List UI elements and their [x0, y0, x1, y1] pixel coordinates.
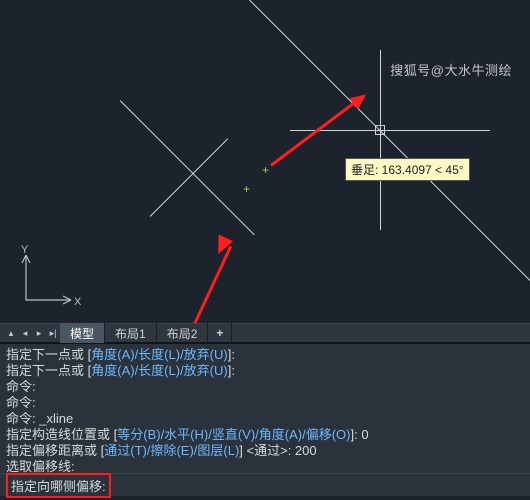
xline-offset: [120, 100, 255, 235]
watermark-text: 搜狐号@大水牛测绘: [390, 60, 512, 79]
command-line[interactable]: 指定向哪侧偏移:: [0, 473, 530, 496]
tab-nav-next-icon[interactable]: ▸: [32, 325, 46, 341]
tab-nav-last-icon[interactable]: ▸|: [46, 325, 60, 341]
tab-nav-prev-icon[interactable]: ◂: [18, 325, 32, 341]
ucs-icon: Y X: [16, 245, 86, 315]
perp-foot-tooltip: 垂足: 163.4097 < 45°: [345, 158, 470, 181]
pick-box: [375, 125, 385, 135]
svg-text:Y: Y: [21, 245, 29, 256]
tab-nav-first-icon[interactable]: ▴: [4, 325, 18, 341]
point-marker: +: [242, 185, 251, 194]
layout-tab-bar: ▴ ◂ ▸ ▸| 模型 布局1 布局2 +: [0, 323, 530, 343]
tab-layout2[interactable]: 布局2: [157, 323, 209, 343]
command-history: 指定下一点或 [角度(A)/长度(L)/放弃(U)]: 指定下一点或 [角度(A…: [0, 343, 530, 473]
svg-text:X: X: [74, 296, 82, 308]
point-marker: +: [261, 166, 270, 175]
model-space-canvas[interactable]: + + 垂足: 163.4097 < 45° Y X 搜狐号@大水牛测绘: [0, 0, 530, 323]
tab-model[interactable]: 模型: [60, 323, 105, 343]
perp-tick: [150, 138, 228, 216]
tab-layout1[interactable]: 布局1: [105, 323, 157, 343]
command-prompt-highlight: 指定向哪侧偏移:: [6, 473, 111, 498]
annotation-arrow: [270, 102, 355, 167]
tab-add-button[interactable]: +: [208, 323, 232, 343]
annotation-arrow-head: [211, 234, 233, 257]
crosshair-vertical: [380, 50, 381, 230]
annotation-arrow: [122, 246, 232, 323]
